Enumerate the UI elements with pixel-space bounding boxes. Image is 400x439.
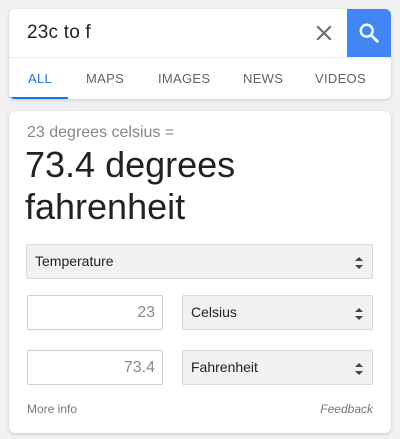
tab-videos[interactable]: VIDEOS	[315, 71, 366, 86]
from-unit-value: Celsius	[191, 304, 237, 320]
active-tab-indicator	[9, 97, 68, 99]
unit-converter-card: 23 degrees celsius = 73.4 degrees fahren…	[9, 111, 391, 433]
from-value-input[interactable]	[27, 295, 163, 330]
conversion-result: 73.4 degrees fahrenheit	[25, 144, 236, 227]
from-value-field[interactable]	[28, 296, 162, 329]
select-arrows-icon	[354, 362, 364, 376]
search-button[interactable]	[347, 9, 391, 57]
clear-search-button[interactable]	[312, 21, 336, 45]
tab-bar: ALL MAPS IMAGES NEWS VIDEOS	[9, 57, 391, 99]
more-info-link[interactable]: More info	[27, 402, 77, 416]
tab-all[interactable]: ALL	[28, 71, 52, 86]
close-icon	[316, 25, 332, 41]
from-unit-select[interactable]: Celsius	[182, 295, 373, 330]
to-value-input[interactable]	[27, 350, 163, 385]
tab-news[interactable]: NEWS	[243, 71, 283, 86]
conversion-input-summary: 23 degrees celsius =	[27, 124, 175, 141]
select-arrows-icon	[354, 256, 364, 270]
to-unit-value: Fahrenheit	[191, 359, 258, 375]
tab-maps[interactable]: MAPS	[86, 71, 124, 86]
to-value-field[interactable]	[28, 351, 162, 384]
category-select[interactable]: Temperature	[26, 244, 373, 279]
category-select-value: Temperature	[35, 253, 114, 269]
search-query[interactable]: 23c to f	[27, 22, 91, 44]
search-card: 23c to f ALL MAPS IMAGES NEWS VIDEOS	[9, 9, 391, 99]
tab-images[interactable]: IMAGES	[158, 71, 210, 86]
to-unit-select[interactable]: Fahrenheit	[182, 350, 373, 385]
select-arrows-icon	[354, 307, 364, 321]
feedback-link[interactable]: Feedback	[320, 402, 373, 416]
search-bar: 23c to f	[9, 9, 391, 57]
search-icon	[359, 23, 379, 43]
